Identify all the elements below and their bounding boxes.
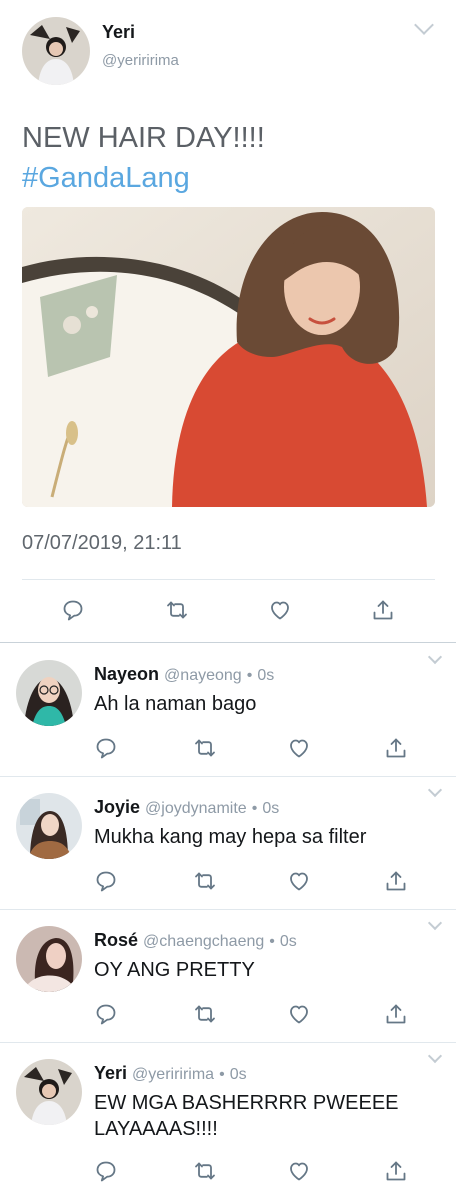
reply-author-name[interactable]: Joyie bbox=[94, 797, 140, 817]
reply-header: Rosé @chaengchaeng • 0s bbox=[94, 930, 297, 951]
author-name[interactable]: Yeri bbox=[102, 22, 135, 43]
share-icon[interactable] bbox=[382, 867, 410, 895]
reply-action-bar bbox=[0, 1000, 456, 1028]
reply-icon[interactable] bbox=[92, 867, 120, 895]
reply-time: 0s bbox=[229, 1066, 247, 1083]
reply-time: 0s bbox=[279, 933, 297, 950]
reply-icon[interactable] bbox=[59, 596, 87, 624]
retweet-icon[interactable] bbox=[191, 1000, 219, 1028]
like-icon[interactable] bbox=[285, 867, 313, 895]
reply-tweet[interactable]: Rosé @chaengchaeng • 0s OY ANG PRETTY bbox=[0, 910, 456, 1043]
share-icon[interactable] bbox=[369, 596, 397, 624]
reply-action-bar bbox=[0, 1157, 456, 1185]
retweet-icon[interactable] bbox=[191, 867, 219, 895]
reply-text: EW MGA BASHERRRR PWEEEE LAYAAAAS!!!! bbox=[94, 1092, 399, 1140]
like-icon[interactable] bbox=[285, 1000, 313, 1028]
tweet-timestamp: 07/07/2019, 21:11 bbox=[22, 532, 182, 554]
reply-author-name[interactable]: Nayeon bbox=[94, 664, 159, 684]
chevron-down-icon[interactable] bbox=[427, 649, 443, 665]
author-handle[interactable]: @yeriririma bbox=[102, 52, 179, 69]
reply-time: 0s bbox=[257, 667, 275, 684]
reply-avatar[interactable] bbox=[16, 660, 82, 726]
share-icon[interactable] bbox=[382, 1157, 410, 1185]
main-tweet: Yeri @yeriririma NEW HAIR DAY!!!! #Ganda… bbox=[0, 0, 456, 642]
reply-icon[interactable] bbox=[92, 1000, 120, 1028]
like-icon[interactable] bbox=[285, 1157, 313, 1185]
dot-separator: • bbox=[269, 933, 275, 950]
reply-avatar[interactable] bbox=[16, 926, 82, 992]
reply-action-bar bbox=[0, 867, 456, 895]
author-avatar[interactable] bbox=[22, 17, 90, 85]
reply-avatar[interactable] bbox=[16, 793, 82, 859]
reply-text: OY ANG PRETTY bbox=[94, 959, 255, 981]
reply-author-handle[interactable]: @joydynamite bbox=[145, 800, 247, 817]
like-icon[interactable] bbox=[266, 596, 294, 624]
reply-author-name[interactable]: Yeri bbox=[94, 1063, 127, 1083]
reply-text: Mukha kang may hepa sa filter bbox=[94, 826, 367, 848]
dot-separator: • bbox=[251, 800, 258, 817]
share-icon[interactable] bbox=[382, 734, 410, 762]
dot-separator: • bbox=[246, 667, 253, 684]
reply-icon[interactable] bbox=[92, 734, 120, 762]
reply-avatar[interactable] bbox=[16, 1059, 82, 1125]
reply-header: Nayeon @nayeong • 0s bbox=[94, 664, 274, 685]
chevron-down-icon[interactable] bbox=[427, 782, 443, 798]
like-icon[interactable] bbox=[285, 734, 313, 762]
reply-author-name[interactable]: Rosé bbox=[94, 930, 138, 950]
tweet-text: NEW HAIR DAY!!!! bbox=[22, 122, 265, 154]
divider bbox=[22, 579, 435, 580]
tweet-photo[interactable] bbox=[22, 207, 435, 507]
reply-tweet[interactable]: Nayeon @nayeong • 0s Ah la naman bago bbox=[0, 644, 456, 777]
main-action-bar bbox=[0, 596, 456, 624]
reply-tweet[interactable]: Yeri @yeriririma • 0s EW MGA BASHERRRR P… bbox=[0, 1043, 456, 1200]
chevron-down-icon[interactable] bbox=[414, 15, 434, 35]
chevron-down-icon[interactable] bbox=[427, 1048, 443, 1064]
reply-header: Joyie @joydynamite • 0s bbox=[94, 797, 279, 818]
retweet-icon[interactable] bbox=[191, 1157, 219, 1185]
reply-tweet[interactable]: Joyie @joydynamite • 0s Mukha kang may h… bbox=[0, 777, 456, 910]
dot-separator: • bbox=[219, 1066, 225, 1083]
section-divider bbox=[0, 642, 456, 643]
reply-action-bar bbox=[0, 734, 456, 762]
retweet-icon[interactable] bbox=[163, 596, 191, 624]
reply-icon[interactable] bbox=[92, 1157, 120, 1185]
retweet-icon[interactable] bbox=[191, 734, 219, 762]
reply-author-handle[interactable]: @nayeong bbox=[164, 667, 242, 684]
reply-author-handle[interactable]: @chaengchaeng bbox=[143, 933, 264, 950]
reply-text: Ah la naman bago bbox=[94, 693, 257, 715]
hashtag-link[interactable]: #GandaLang bbox=[22, 158, 190, 198]
share-icon[interactable] bbox=[382, 1000, 410, 1028]
reply-header: Yeri @yeriririma • 0s bbox=[94, 1063, 247, 1084]
reply-author-handle[interactable]: @yeriririma bbox=[132, 1066, 214, 1083]
chevron-down-icon[interactable] bbox=[427, 915, 443, 931]
reply-time: 0s bbox=[262, 800, 280, 817]
